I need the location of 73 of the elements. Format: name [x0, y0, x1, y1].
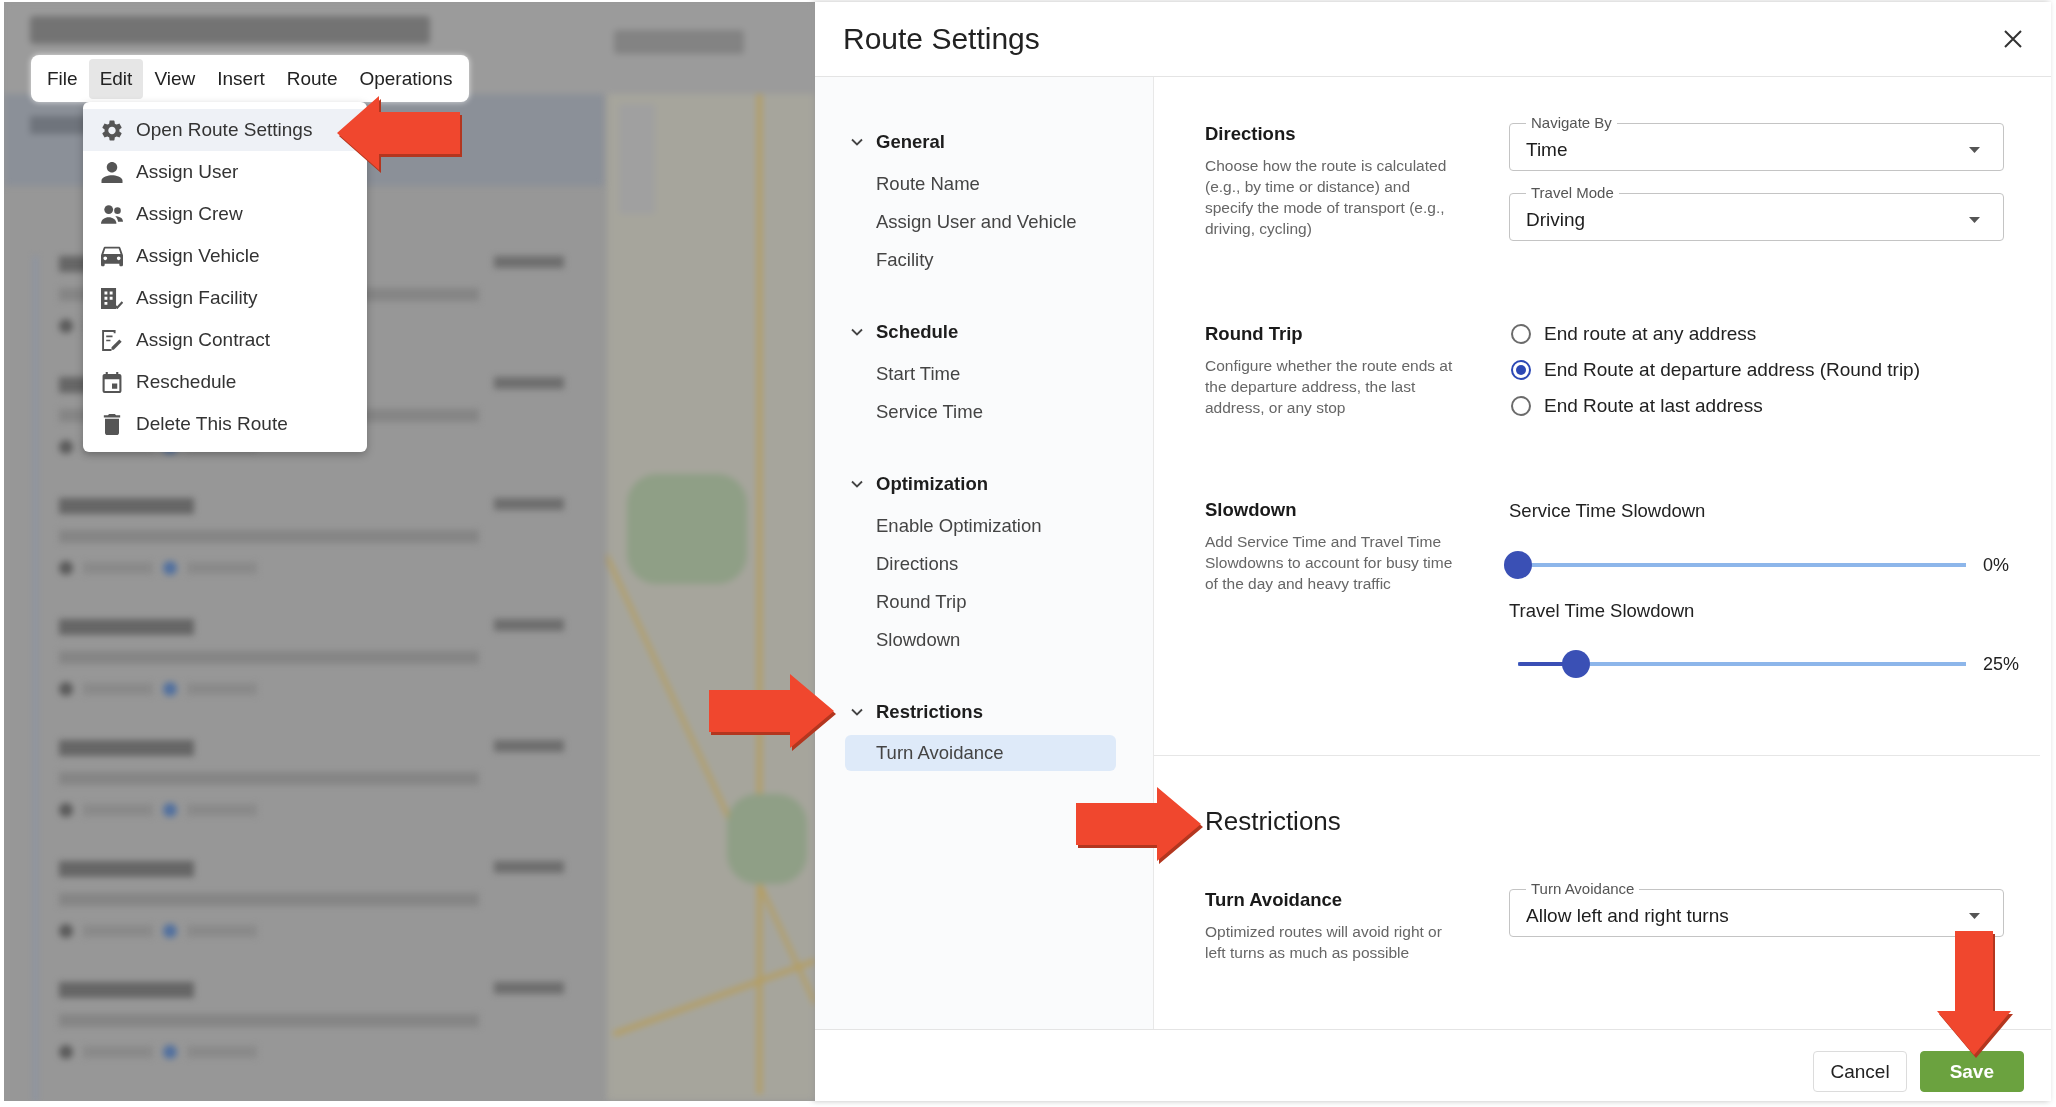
menu-bar-item[interactable]: View: [143, 58, 207, 99]
nav-section-header[interactable]: Optimization: [845, 465, 1116, 503]
close-icon: [2004, 30, 2022, 48]
cancel-button[interactable]: Cancel: [1813, 1051, 1907, 1092]
select-field[interactable]: Navigate By Time: [1509, 114, 2004, 171]
nav-item[interactable]: Start Time: [845, 355, 1116, 393]
slider-thumb[interactable]: [1504, 551, 1532, 579]
nav-item[interactable]: Route Name: [845, 165, 1116, 203]
radio-label[interactable]: End route at any address: [1544, 323, 1757, 345]
nav-item[interactable]: Turn Avoidance: [845, 735, 1116, 771]
radio-label[interactable]: End Route at last address: [1544, 395, 1763, 417]
field-label: Turn Avoidance: [1530, 880, 1636, 898]
people-icon: [101, 203, 123, 225]
car-icon: [101, 245, 123, 267]
nav-section-label: Optimization: [876, 473, 989, 495]
menu-item[interactable]: Assign User: [83, 151, 367, 193]
menu-bar-item[interactable]: Edit: [88, 58, 144, 99]
nav-section-header[interactable]: General: [845, 123, 1116, 161]
setting-title: Turn Avoidance: [1205, 889, 1344, 911]
section-title: Restrictions: [1205, 805, 1342, 837]
radio-button[interactable]: [1511, 324, 1531, 344]
radio-label[interactable]: End Route at departure address (Round trip): [1544, 359, 1920, 381]
caret-icon: [1969, 147, 1980, 153]
nav-item[interactable]: Round Trip: [845, 583, 1116, 621]
caret-icon: [1969, 217, 1980, 223]
nav-section-label: Schedule: [876, 321, 959, 343]
setting-description: Configure whether the route ends at the departure address, the last address, or any stop: [1205, 356, 1454, 418]
radio-button[interactable]: [1511, 360, 1531, 380]
setting-description: Choose how the route is calculated (e.g., by time or distance) and specify the mode of transport (e.g., driving, cycling): [1205, 156, 1448, 239]
menu-item[interactable]: Assign Crew: [83, 193, 367, 235]
person-icon: [101, 161, 123, 183]
setting-title: Directions: [1205, 123, 1297, 145]
setting-description: Optimized routes will avoid right or left turns as much as possible: [1205, 922, 1443, 963]
nav-item[interactable]: Directions: [845, 545, 1116, 583]
nav-section-header[interactable]: Schedule: [845, 313, 1116, 351]
calendar-icon: [101, 371, 123, 393]
menu-item[interactable]: Assign Facility: [83, 277, 367, 319]
close-button[interactable]: [2004, 30, 2022, 48]
building-check-icon: [101, 287, 123, 309]
menu-item[interactable]: Assign Contract: [83, 319, 367, 361]
document-pen-icon: [101, 329, 123, 351]
nav-section-label: General: [876, 131, 945, 153]
nav-section-header[interactable]: Restrictions: [845, 693, 1116, 731]
setting-description: Add Service Time and Travel Time Slowdowns to account for busy time of the day and heavy traffic: [1205, 532, 1454, 594]
menu-bar-item[interactable]: File: [36, 58, 89, 99]
slider-thumb[interactable]: [1562, 650, 1591, 678]
radio-button[interactable]: [1511, 396, 1531, 416]
setting-title: Slowdown: [1205, 499, 1298, 521]
field-label: Navigate By: [1530, 114, 1613, 132]
nav-section-label: Restrictions: [876, 701, 983, 723]
menu-item[interactable]: Assign Vehicle: [83, 235, 367, 277]
dialog-title: Route Settings: [843, 22, 1040, 56]
field-label: Travel Mode: [1530, 184, 1615, 202]
nav-item[interactable]: Assign User and Vehicle: [845, 203, 1116, 241]
menu-item[interactable]: Open Route Settings: [83, 109, 367, 151]
select-field[interactable]: Travel Mode Driving: [1509, 184, 2004, 241]
gear-icon: [101, 119, 123, 141]
caret-icon: [1969, 913, 1980, 919]
menu-item[interactable]: Delete This Route: [83, 403, 367, 445]
trash-icon: [101, 413, 123, 435]
setting-title: Round Trip: [1205, 323, 1304, 345]
menu-item[interactable]: Reschedule: [83, 361, 367, 403]
slider-label: Travel Time Slowdown: [1509, 599, 1696, 623]
slider-value: 25%: [1983, 653, 2020, 675]
menu-bar-item[interactable]: Insert: [206, 58, 276, 99]
nav-item[interactable]: Facility: [845, 241, 1116, 279]
menu-bar-item[interactable]: Route: [275, 58, 349, 99]
nav-item[interactable]: Enable Optimization: [845, 507, 1116, 545]
slider-value: 0%: [1983, 554, 2009, 576]
nav-item[interactable]: Slowdown: [845, 621, 1116, 659]
slider-label: Service Time Slowdown: [1509, 499, 1707, 523]
nav-item[interactable]: Service Time: [845, 393, 1116, 431]
menu-bar-item[interactable]: Operations: [348, 58, 464, 99]
